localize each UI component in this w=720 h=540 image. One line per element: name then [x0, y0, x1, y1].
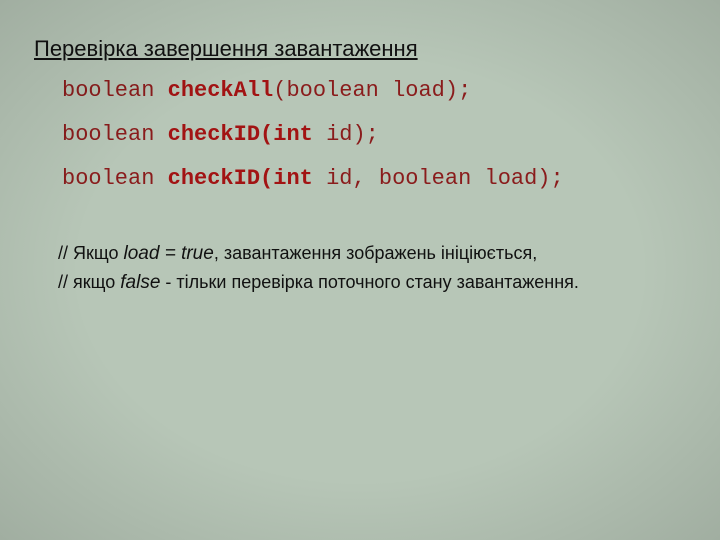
- code-line-1: boolean checkAll(boolean load);: [62, 80, 686, 102]
- code-token: (: [273, 78, 286, 103]
- code-token: id);: [326, 122, 379, 147]
- comment-text: // якщо: [58, 272, 120, 292]
- code-token: checkAll: [168, 78, 274, 103]
- comment-emphasis: false: [120, 272, 160, 293]
- comment-line-2: // якщо false - тільки перевірка поточно…: [58, 269, 686, 298]
- comment-text: - тільки перевірка поточного стану заван…: [160, 272, 579, 292]
- code-token: checkID(int: [168, 122, 326, 147]
- code-token: boolean: [62, 166, 168, 191]
- comment-text: , завантаження зображень ініціюється,: [214, 243, 537, 263]
- code-block: boolean checkAll(boolean load); boolean …: [62, 80, 686, 190]
- comment-block: // Якщо load = true, завантаження зображ…: [58, 240, 686, 297]
- code-token: checkID(int: [168, 166, 326, 191]
- code-token: id, boolean load);: [326, 166, 564, 191]
- section-heading: Перевірка завершення завантаження: [34, 36, 686, 62]
- code-token: boolean: [62, 78, 168, 103]
- comment-emphasis: load = true: [124, 243, 214, 264]
- code-token: boolean load);: [286, 78, 471, 103]
- code-line-3: boolean checkID(int id, boolean load);: [62, 168, 686, 190]
- comment-line-1: // Якщо load = true, завантаження зображ…: [58, 240, 686, 269]
- code-token: boolean: [62, 122, 168, 147]
- comment-text: // Якщо: [58, 243, 124, 263]
- slide-content: Перевірка завершення завантаження boolea…: [0, 0, 720, 297]
- code-line-2: boolean checkID(int id);: [62, 124, 686, 146]
